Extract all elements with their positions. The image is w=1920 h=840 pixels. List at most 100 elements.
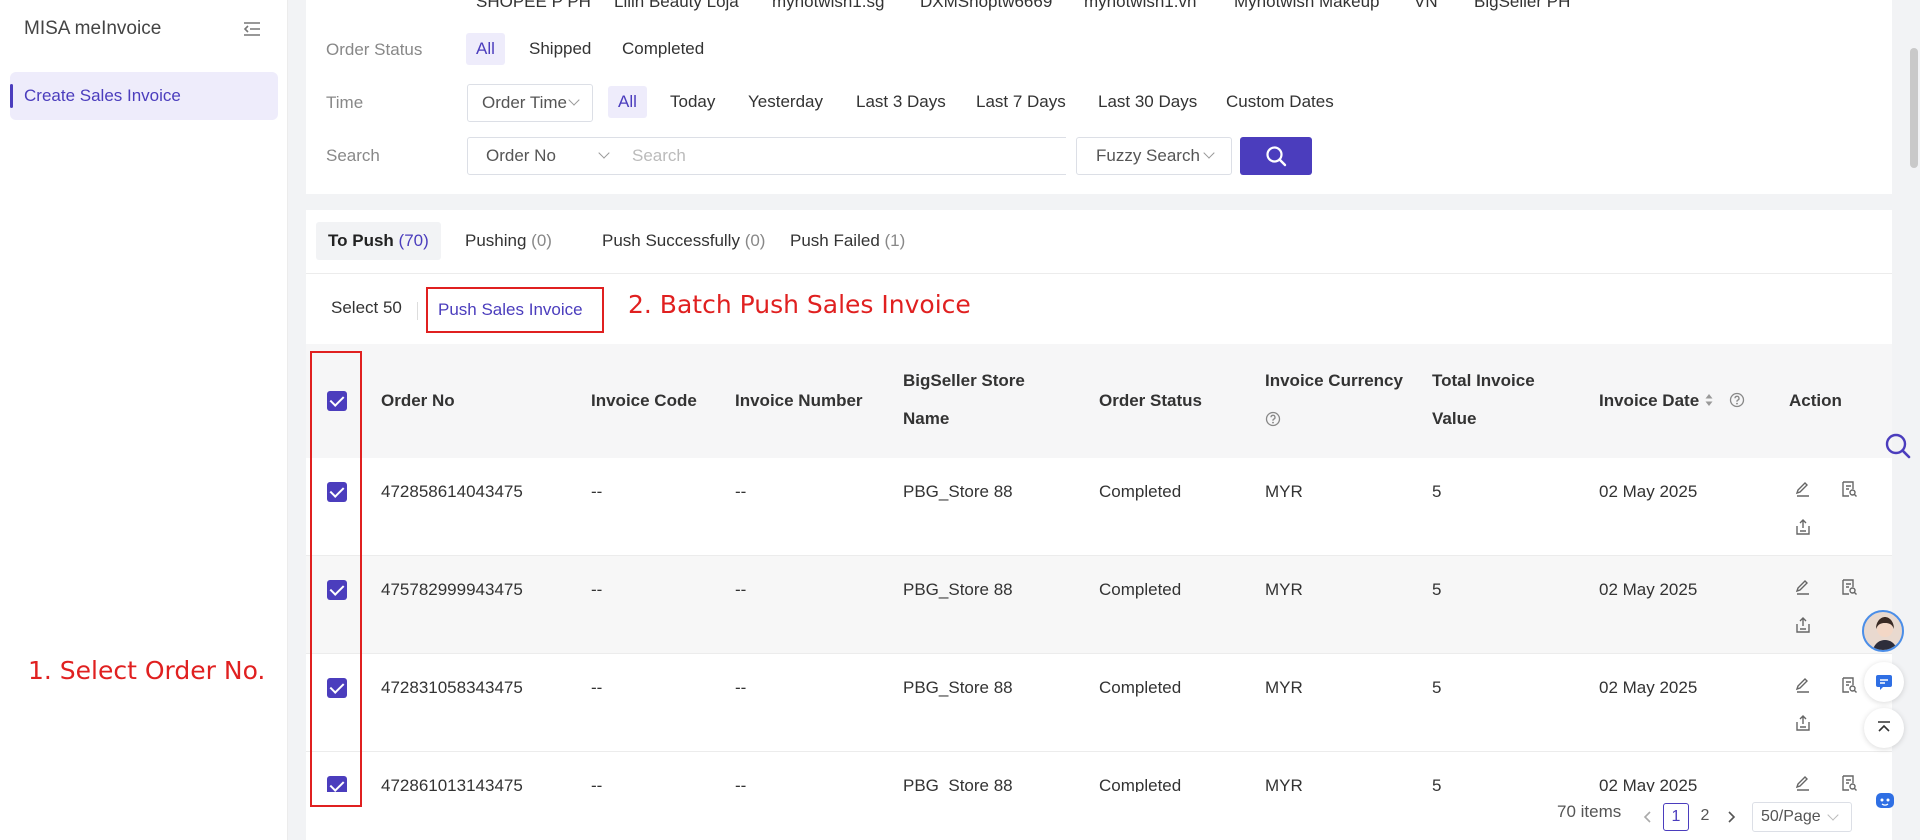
currency: MYR	[1265, 678, 1303, 697]
edit-icon[interactable]	[1794, 774, 1812, 792]
tab-count: (70)	[398, 231, 429, 250]
scrollbar[interactable]	[1910, 48, 1918, 168]
chevron-down-icon	[568, 94, 580, 106]
push-sales-invoice-button[interactable]: Push Sales Invoice	[426, 287, 604, 333]
time-last-7-days[interactable]: Last 7 Days	[966, 86, 1076, 118]
tab-count: (1)	[884, 231, 906, 250]
tab-label: To Push	[328, 231, 394, 250]
order-no[interactable]: 472858614043475	[381, 458, 523, 526]
time-all[interactable]: All	[608, 86, 647, 118]
order-status-label: Order Status	[326, 40, 423, 59]
invoice-number: --	[735, 776, 747, 792]
invoice-date: 02 May 2025	[1599, 776, 1698, 792]
bot-icon	[1876, 793, 1894, 808]
invoice-code: --	[591, 678, 603, 697]
invoice-number: --	[735, 482, 747, 501]
tab-push-failed[interactable]: Push Failed (1)	[778, 222, 917, 260]
chevron-down-icon	[1203, 147, 1215, 159]
search-label: Search	[326, 146, 380, 165]
store-option[interactable]: mynotwish1.vn	[1084, 0, 1196, 12]
order-no[interactable]: 472831058343475	[381, 654, 523, 722]
push-upload-icon[interactable]	[1794, 616, 1812, 634]
push-button-label: Push Sales Invoice	[438, 300, 583, 319]
tab-push-successfully[interactable]: Push Successfully (0)	[590, 222, 777, 260]
search-button[interactable]	[1240, 137, 1312, 175]
search-icon[interactable]	[1884, 432, 1912, 460]
search-mode-select[interactable]: Fuzzy Search	[1076, 137, 1232, 175]
push-status-tabs: To Push (70) Pushing (0) Push Successful…	[306, 210, 1892, 274]
brand-title: MISA meInvoice	[24, 18, 162, 39]
order-status: Completed	[1099, 678, 1182, 697]
chat-button[interactable]	[1864, 662, 1904, 702]
checkbox-highlight-frame	[310, 351, 362, 807]
table-header: Order No Invoice Code Invoice Number Big…	[306, 344, 1892, 458]
store-option[interactable]: SHOPEE P PH	[476, 0, 591, 12]
select-50-button[interactable]: Select 50	[331, 298, 402, 318]
chevron-down-icon	[1827, 809, 1839, 821]
help-bot-button[interactable]	[1864, 780, 1904, 820]
sidebar-item-create-sales-invoice[interactable]: Create Sales Invoice	[10, 72, 278, 120]
page-size-value: 50/Page	[1761, 808, 1821, 825]
invoice-number: --	[735, 580, 747, 599]
col-total-line1: Total Invoice	[1432, 371, 1535, 390]
store-option[interactable]: VN	[1414, 0, 1438, 12]
filter-panel: SHOPEE P PH Lilin Beauty Loja mynotwish1…	[306, 0, 1892, 194]
help-icon[interactable]	[1265, 411, 1281, 427]
store-option[interactable]: mynotwish1.sg	[772, 0, 884, 12]
page-2[interactable]: 2	[1692, 803, 1718, 831]
store-option[interactable]: DXMShoptw6669	[920, 0, 1052, 12]
col-date-label: Invoice Date	[1599, 391, 1700, 410]
page-1[interactable]: 1	[1663, 803, 1689, 831]
view-invoice-icon[interactable]	[1840, 774, 1858, 792]
time-last-30-days[interactable]: Last 30 Days	[1088, 86, 1207, 118]
push-upload-icon[interactable]	[1794, 714, 1812, 732]
back-to-top-button[interactable]	[1864, 708, 1904, 748]
support-avatar[interactable]	[1862, 610, 1904, 652]
edit-icon[interactable]	[1794, 578, 1812, 596]
time-type-select[interactable]: Order Time	[467, 84, 593, 122]
invoice-date: 02 May 2025	[1599, 482, 1698, 501]
chevron-right-icon[interactable]	[1725, 810, 1737, 824]
tab-label: Push Failed	[790, 231, 880, 250]
time-last-3-days[interactable]: Last 3 Days	[846, 86, 956, 118]
order-no[interactable]: 475782999943475	[381, 556, 523, 624]
sidebar: MISA meInvoice Create Sales Invoice	[0, 0, 288, 840]
push-upload-icon[interactable]	[1794, 518, 1812, 536]
sort-icon[interactable]	[1704, 393, 1714, 407]
help-icon[interactable]	[1729, 392, 1745, 408]
view-invoice-icon[interactable]	[1840, 480, 1858, 498]
order-status: Completed	[1099, 580, 1182, 599]
time-yesterday[interactable]: Yesterday	[738, 86, 833, 118]
invoice-code: --	[591, 776, 603, 792]
chevron-left-icon[interactable]	[1642, 810, 1654, 824]
tab-count: (0)	[531, 231, 552, 250]
total-value: 5	[1432, 580, 1442, 599]
invoice-number: --	[735, 678, 747, 697]
col-invoice-currency: Invoice Currency	[1265, 362, 1403, 441]
time-today[interactable]: Today	[660, 86, 725, 118]
store-name: PBG_Store 88	[903, 580, 1013, 599]
edit-icon[interactable]	[1794, 480, 1812, 498]
currency: MYR	[1265, 580, 1303, 599]
store-option[interactable]: Mynotwish Makeup	[1234, 0, 1380, 12]
time-custom-dates[interactable]: Custom Dates	[1216, 86, 1344, 118]
view-invoice-icon[interactable]	[1840, 578, 1858, 596]
view-invoice-icon[interactable]	[1840, 676, 1858, 694]
order-status-all[interactable]: All	[466, 33, 505, 65]
edit-icon[interactable]	[1794, 676, 1812, 694]
tab-to-push[interactable]: To Push (70)	[316, 222, 441, 260]
store-option[interactable]: Lilin Beauty Loja	[614, 0, 739, 12]
invoice-date: 02 May 2025	[1599, 580, 1698, 599]
page-size-select[interactable]: 50/Page	[1752, 802, 1852, 832]
order-no[interactable]: 472861013143475	[381, 752, 523, 792]
tab-count: (0)	[744, 231, 766, 250]
search-input[interactable]: Search	[620, 137, 1066, 175]
store-name: PBG_Store 88	[903, 776, 1013, 792]
col-currency-label: Invoice Currency	[1265, 371, 1403, 390]
search-field-select[interactable]: Order No	[467, 137, 627, 175]
collapse-menu-icon[interactable]	[242, 20, 262, 38]
tab-pushing[interactable]: Pushing (0)	[453, 222, 564, 260]
store-option[interactable]: BigSeller PH	[1474, 0, 1570, 12]
order-status-shipped[interactable]: Shipped	[519, 33, 601, 65]
order-status-completed[interactable]: Completed	[612, 33, 714, 65]
